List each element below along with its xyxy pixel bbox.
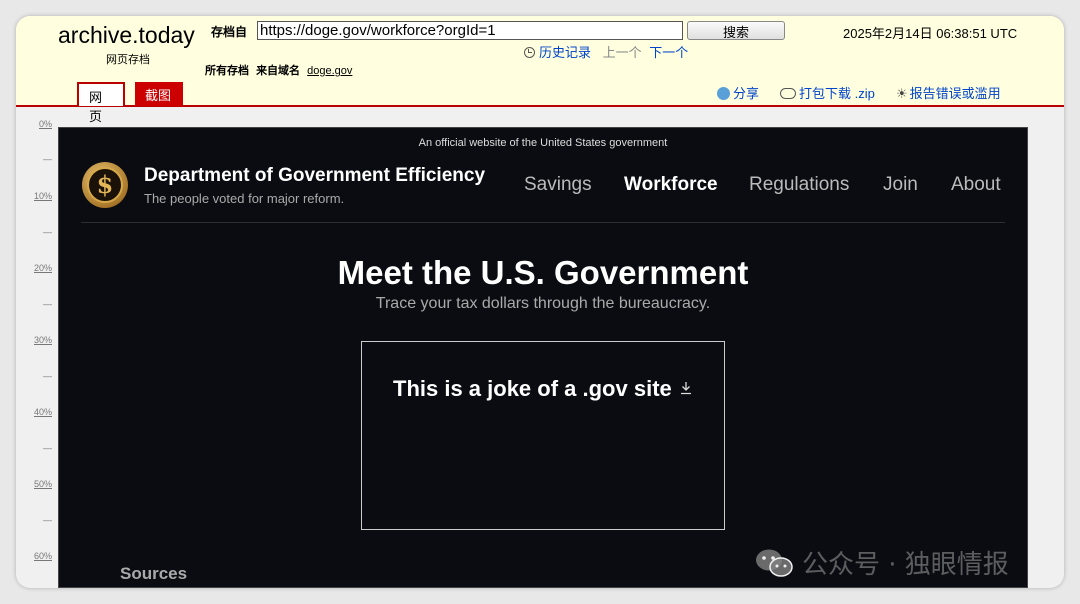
report-label: 报告错误或滥用: [909, 86, 1001, 101]
archive-header: archive.today 网页存档 存档自 搜索 2025年2月14日 06:…: [16, 16, 1064, 124]
history-nav: 历史记录 上一个 下一个: [524, 42, 692, 61]
search-button[interactable]: 搜索: [687, 21, 785, 40]
org-tagline: The people voted for major reform.: [144, 191, 345, 206]
ruler-dash: —: [43, 515, 52, 525]
share-link[interactable]: 分享: [717, 83, 759, 102]
url-input[interactable]: [257, 21, 683, 40]
all-archives-label: 所有存档: [205, 65, 249, 77]
nav-workforce[interactable]: Workforce: [624, 174, 718, 196]
ruler-label[interactable]: 30%: [34, 335, 52, 345]
ruler-dash: —: [43, 443, 52, 453]
watermark-text: 公众号 · 独眼情报: [802, 550, 1009, 580]
tab-webpage[interactable]: 网页: [77, 82, 125, 124]
nav-about[interactable]: About: [951, 174, 1001, 196]
share-icon: [717, 87, 730, 100]
archived-page: An official website of the United States…: [58, 127, 1028, 588]
nav-join[interactable]: Join: [883, 174, 918, 196]
ruler-dash: —: [43, 227, 52, 237]
ruler-label[interactable]: 50%: [34, 479, 52, 489]
lightbulb-icon: ☀: [896, 86, 908, 101]
wechat-icon: [756, 549, 793, 577]
joke-card: This is a joke of a .gov site: [361, 341, 725, 530]
prev-link: 上一个: [602, 45, 642, 60]
archived-from-label: 存档自: [211, 25, 248, 39]
from-domain-label: 来自域名: [256, 65, 301, 77]
archive-brand-sub: 网页存档: [106, 54, 150, 66]
report-link[interactable]: ☀ 报告错误或滥用: [896, 83, 1001, 102]
dollar-seal-icon: $: [87, 167, 123, 203]
download-label: 打包下载 .zip: [799, 86, 875, 101]
nav-savings[interactable]: Savings: [524, 174, 592, 196]
archive-brand[interactable]: archive.today: [58, 22, 195, 49]
org-name[interactable]: Department of Government Efficiency: [144, 165, 485, 187]
hero-subtitle: Trace your tax dollars through the burea…: [375, 295, 711, 312]
domain-link[interactable]: doge.gov: [307, 65, 352, 77]
ruler-label[interactable]: 10%: [34, 191, 52, 201]
ruler-label[interactable]: 20%: [34, 263, 52, 273]
screenshot-frame: archive.today 网页存档 存档自 搜索 2025年2月14日 06:…: [16, 16, 1064, 588]
all-archives-row: 所有存档 来自域名 doge.gov: [205, 62, 352, 78]
card-title: This is a joke of a .gov site: [393, 376, 672, 401]
scroll-ruler: 0% — 10% — 20% — 30% — 40% — 50% — 60%: [16, 109, 58, 588]
doge-logo[interactable]: $: [82, 162, 128, 208]
share-label: 分享: [733, 86, 760, 101]
download-icon[interactable]: [680, 381, 692, 395]
ruler-label[interactable]: 0%: [39, 119, 52, 129]
archive-timestamp: 2025年2月14日 06:38:51 UTC: [843, 26, 1018, 41]
clock-icon: [524, 47, 535, 58]
sources-heading: Sources: [120, 564, 188, 583]
next-link[interactable]: 下一个: [649, 45, 688, 60]
ruler-dash: —: [43, 154, 52, 164]
tab-screenshot[interactable]: 截图: [135, 82, 183, 106]
history-label: 历史记录: [539, 45, 592, 60]
hero-title: Meet the U.S. Government: [337, 254, 749, 291]
ruler-label[interactable]: 40%: [34, 407, 52, 417]
history-link[interactable]: 历史记录: [524, 45, 595, 60]
download-zip-link[interactable]: 打包下载 .zip: [780, 83, 875, 102]
ruler-dash: —: [43, 299, 52, 309]
ruler-dash: —: [43, 371, 52, 381]
gov-banner: An official website of the United States…: [418, 137, 668, 149]
ruler-label[interactable]: 60%: [34, 551, 52, 561]
header-divider: [81, 222, 1005, 223]
nav-regulations[interactable]: Regulations: [749, 174, 849, 196]
cloud-download-icon: [780, 88, 796, 99]
